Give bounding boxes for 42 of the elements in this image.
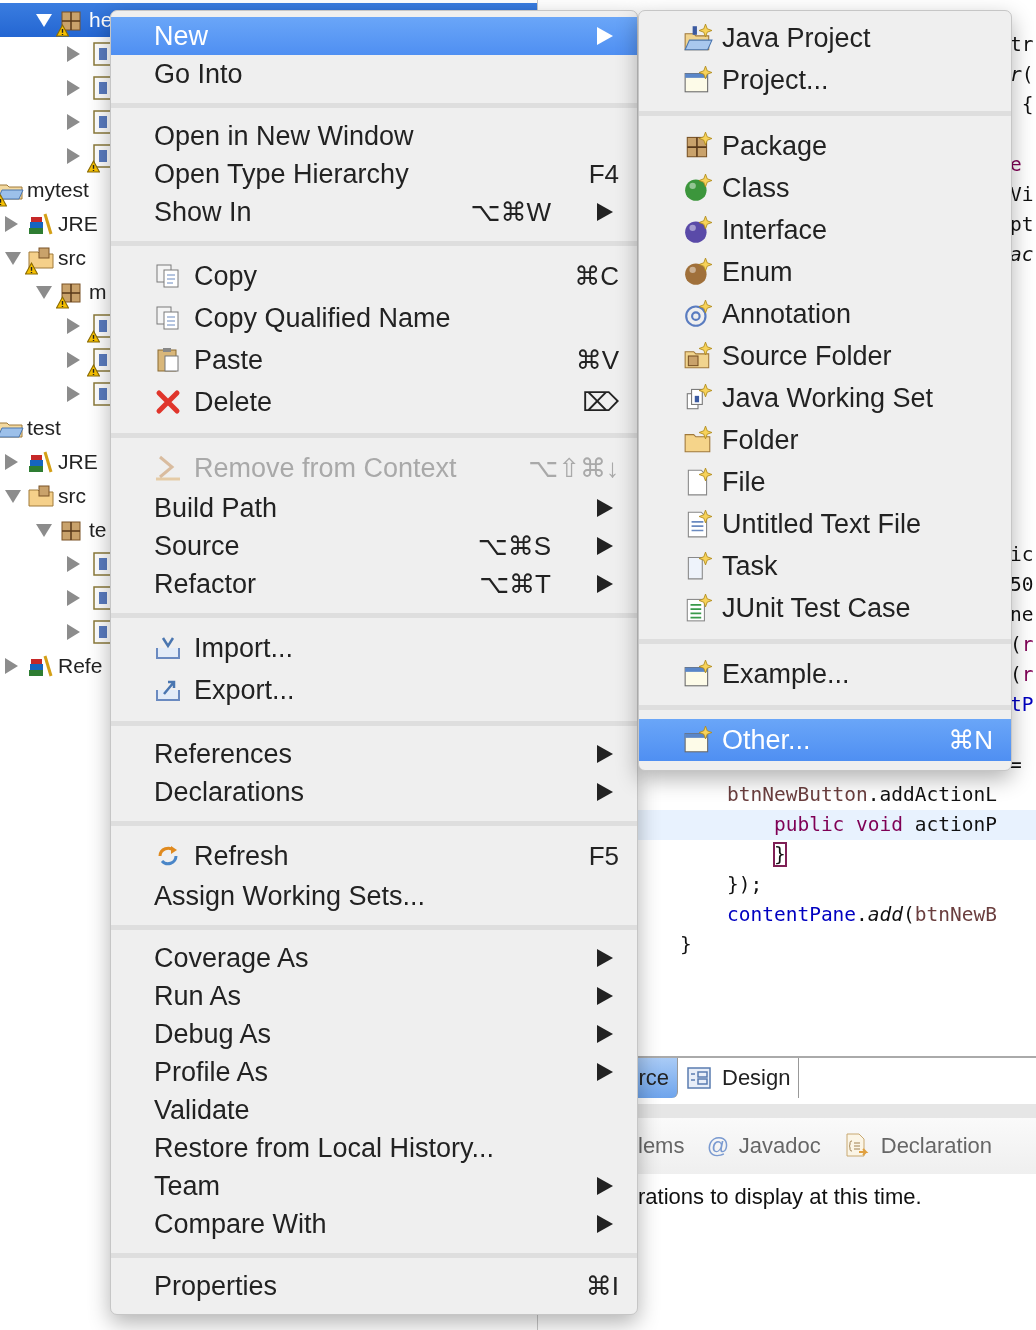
status-message: rations to display at this time.	[637, 1183, 923, 1210]
tree-label: te	[89, 518, 107, 542]
tree-label: JRE	[58, 212, 98, 236]
at-sign-icon: @	[706, 1133, 729, 1159]
shortcut-label: F5	[588, 840, 619, 872]
tree-label: JRE	[58, 450, 98, 474]
code-line: ne	[1010, 602, 1034, 628]
code-line: tr	[1010, 32, 1034, 58]
tree-label: mytest	[27, 178, 89, 202]
code-line: (r	[1010, 632, 1034, 658]
code-line: =	[1010, 752, 1022, 778]
tree-label: test	[27, 416, 61, 440]
shortcut-label: ⌥⌘T	[479, 568, 551, 600]
code-line: ac	[1010, 242, 1034, 268]
tree-label: m	[89, 280, 107, 304]
code-line: {	[1020, 92, 1034, 118]
code-line: ic	[1010, 542, 1034, 568]
shortcut-label: ⌘I	[585, 1270, 619, 1302]
code-line: btnNewButton.addActionL	[725, 782, 997, 808]
code-line: pt	[1010, 212, 1034, 238]
shortcut-label: ⌥⌘W	[470, 196, 551, 228]
code-line: }	[680, 932, 692, 958]
tree-label: src	[58, 484, 86, 508]
code-line: contentPane.add(btnNewB	[725, 902, 998, 928]
code-line: (r	[1010, 662, 1034, 688]
code-line: tP	[1010, 692, 1034, 718]
code-line: Vi	[1010, 182, 1034, 208]
shortcut-label: ⌥⇧⌘↓	[528, 452, 619, 484]
code-line: 50	[1010, 572, 1034, 598]
tree-label: src	[58, 246, 86, 270]
shortcut-label: ⌦	[582, 386, 619, 418]
code-line: public void actionP	[772, 812, 997, 838]
shortcut-label: ⌘C	[574, 260, 619, 292]
tree-label: he	[89, 8, 113, 32]
code-line: }	[772, 842, 786, 868]
shortcut-label: ⌘V	[575, 344, 619, 376]
shortcut-label: ⌥⌘S	[477, 530, 551, 562]
code-line: });	[725, 872, 763, 898]
code-line: r(	[1010, 62, 1034, 88]
shortcut-label: F4	[588, 158, 619, 190]
shortcut-label: ⌘N	[948, 724, 993, 756]
tree-label: Refe	[58, 654, 103, 678]
